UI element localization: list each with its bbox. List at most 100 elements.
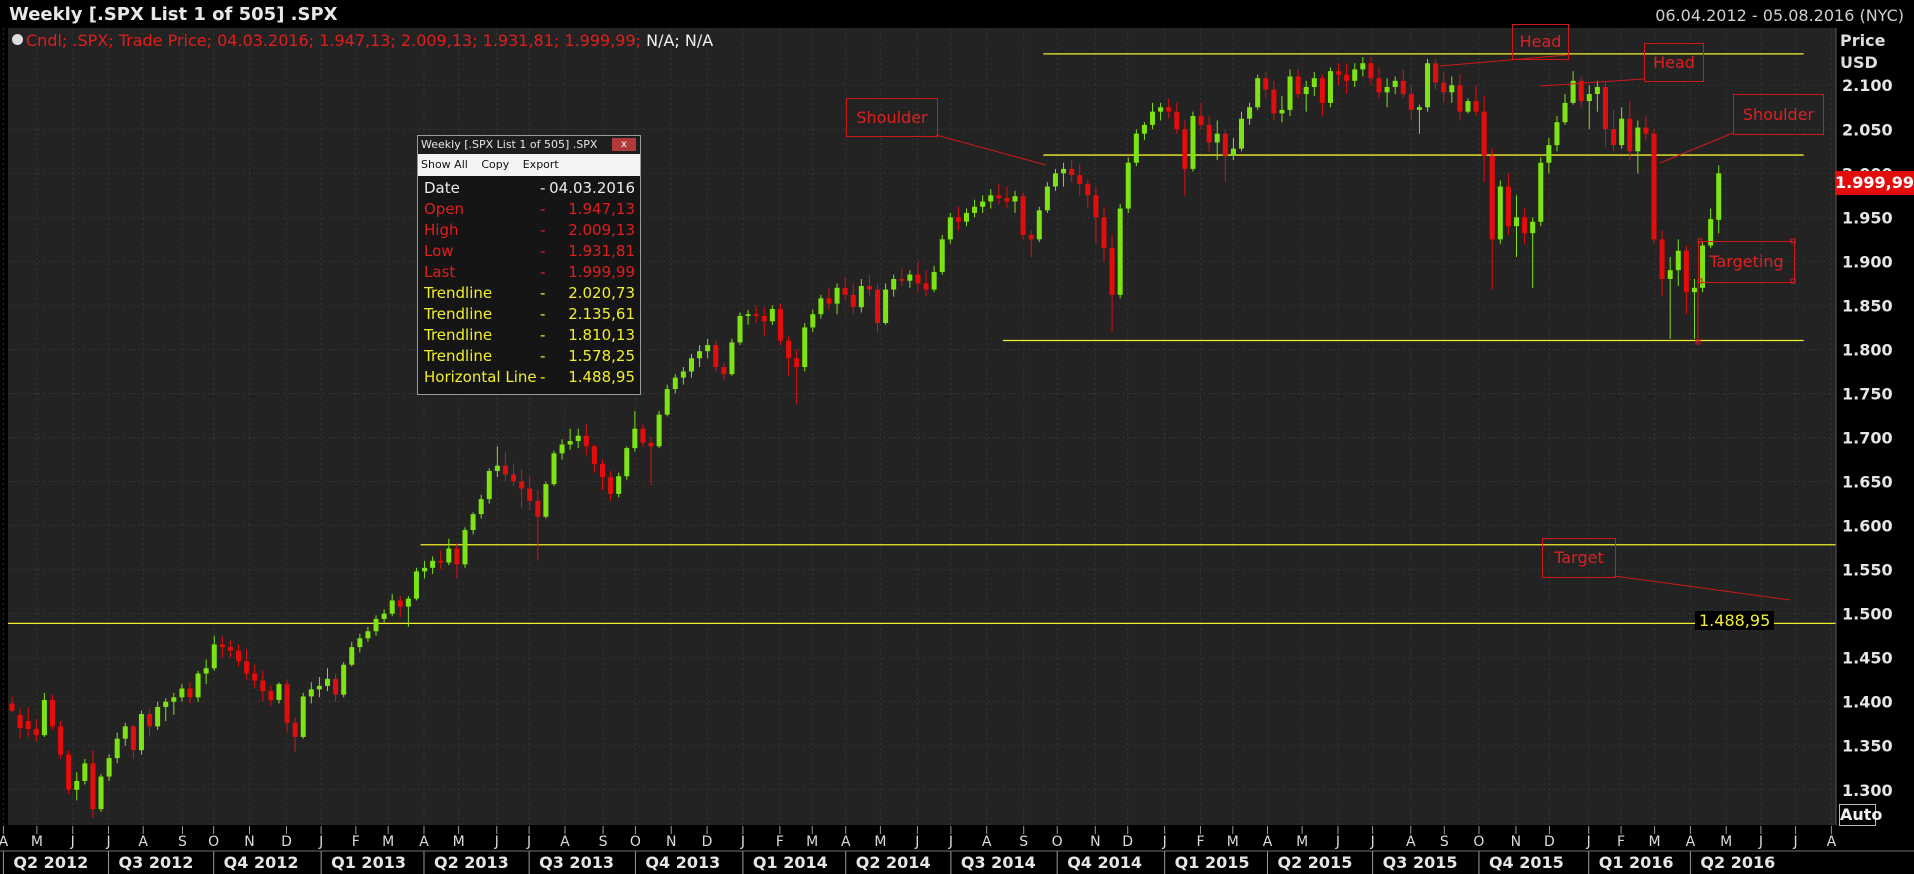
candle-body <box>996 195 1002 198</box>
copy-button[interactable]: Copy <box>481 158 509 171</box>
month-label: A <box>1406 834 1416 850</box>
candle-body <box>583 435 589 447</box>
date-range: 06.04.2012 - 05.08.2016 (NYC) <box>1655 6 1904 25</box>
candle-body <box>1303 87 1309 95</box>
candle-body <box>1368 63 1374 79</box>
month-label: F <box>1617 834 1625 850</box>
candle-body <box>357 638 363 648</box>
candle-body <box>527 488 533 501</box>
y-tick-label: 1.600 <box>1842 517 1893 536</box>
y-tick-label: 1.550 <box>1842 561 1893 580</box>
annotation-head-2[interactable]: Head <box>1644 43 1704 82</box>
data-window-label: High <box>424 221 459 239</box>
candle-body <box>1473 101 1479 112</box>
month-label: D <box>1544 834 1555 850</box>
candle-body <box>187 688 193 698</box>
candle-body <box>98 776 104 810</box>
candle-body <box>90 763 96 810</box>
y-tick-label: 1.750 <box>1842 384 1893 403</box>
annotation-shoulder-left[interactable]: Shoulder <box>846 98 938 137</box>
candle-body <box>389 600 395 614</box>
info-line-na: N/A; N/A <box>646 31 714 50</box>
month-label: J <box>740 834 745 850</box>
candle <box>1117 204 1123 299</box>
candle-body <box>1611 129 1617 146</box>
candle-body <box>624 448 630 477</box>
export-button[interactable]: Export <box>523 158 559 171</box>
candle-body <box>1190 116 1196 169</box>
month-label: S <box>1019 834 1028 850</box>
quarter-label: Q4 2014 <box>1067 853 1142 872</box>
candle-body <box>138 714 144 751</box>
candle-body <box>74 780 80 790</box>
candle-body <box>1392 80 1398 88</box>
candle-body <box>58 726 64 755</box>
data-window-titlebar[interactable]: Weekly [.SPX List 1 of 505] .SPX x <box>418 136 640 154</box>
data-window-label: Horizontal Line <box>424 368 537 386</box>
candle <box>98 773 104 812</box>
quarter-label: Q1 2015 <box>1175 853 1250 872</box>
candle-body <box>1158 107 1164 112</box>
candle-body <box>858 286 864 308</box>
candle-body <box>1077 175 1083 184</box>
month-label: A <box>560 834 570 850</box>
candle <box>551 450 557 486</box>
data-window-dash: - <box>540 284 546 302</box>
quarter-label: Q2 2016 <box>1700 853 1775 872</box>
month-label: A <box>1827 834 1837 850</box>
month-label: F <box>1196 834 1204 850</box>
candle-body <box>397 600 403 607</box>
candle-body <box>1465 101 1471 112</box>
month-label: O <box>208 834 219 850</box>
data-window-label: Trendline <box>424 347 493 365</box>
candle-body <box>866 286 872 290</box>
candle-body <box>1408 94 1414 110</box>
candle <box>664 384 670 417</box>
candle <box>543 481 549 519</box>
candle-body <box>1141 124 1147 134</box>
data-window-row: Trendline - 1.810,13 <box>418 325 640 346</box>
candle-body <box>1627 118 1633 152</box>
data-window[interactable]: Weekly [.SPX List 1 of 505] .SPX x Show … <box>417 135 641 395</box>
candle-body <box>1182 129 1188 169</box>
candle-body <box>591 446 597 464</box>
candle-body <box>519 481 525 489</box>
month-label: D <box>281 834 292 850</box>
month-label: M <box>1296 834 1308 850</box>
candle-body <box>1336 71 1342 75</box>
y-tick-label: 1.650 <box>1842 473 1893 492</box>
auto-scale-button[interactable]: Auto <box>1839 804 1882 826</box>
candle-body <box>883 289 889 324</box>
candle-body <box>276 684 282 700</box>
plot-area <box>8 28 1836 825</box>
month-label: J <box>494 834 499 850</box>
quarter-label: Q3 2012 <box>119 853 194 872</box>
annotation-head-1[interactable]: Head <box>1512 24 1569 60</box>
month-label: M <box>1649 834 1661 850</box>
annotation-shoulder-right[interactable]: Shoulder <box>1733 94 1824 135</box>
candle-body <box>260 680 266 692</box>
candle-body <box>284 684 290 723</box>
data-window-dash: - <box>540 368 546 386</box>
y-tick-label: 1.850 <box>1842 296 1893 315</box>
candle-body <box>333 678 339 695</box>
candle-body <box>826 298 832 304</box>
annotation-targeting[interactable]: Targeting <box>1698 241 1795 283</box>
candle-body <box>462 529 468 565</box>
quarter-label: Q1 2014 <box>753 853 828 872</box>
show-all-button[interactable]: Show All <box>421 158 468 171</box>
candle-body <box>203 668 209 674</box>
candle-body <box>1198 116 1204 125</box>
candle-body <box>1238 118 1245 149</box>
quarter-label: Q1 2016 <box>1599 853 1674 872</box>
settings-icon[interactable] <box>12 34 23 45</box>
month-label: M <box>806 834 818 850</box>
data-window-rows: Date -04.03.2016 Open -1.947,13 High -2.009,1… <box>418 176 640 388</box>
candle-body <box>551 453 557 485</box>
close-icon[interactable]: x <box>612 138 636 151</box>
candle-body <box>1651 133 1657 240</box>
candle-body <box>486 470 492 500</box>
candle-body <box>939 239 945 272</box>
candle-body <box>988 195 994 202</box>
annotation-target[interactable]: Target <box>1542 538 1616 578</box>
